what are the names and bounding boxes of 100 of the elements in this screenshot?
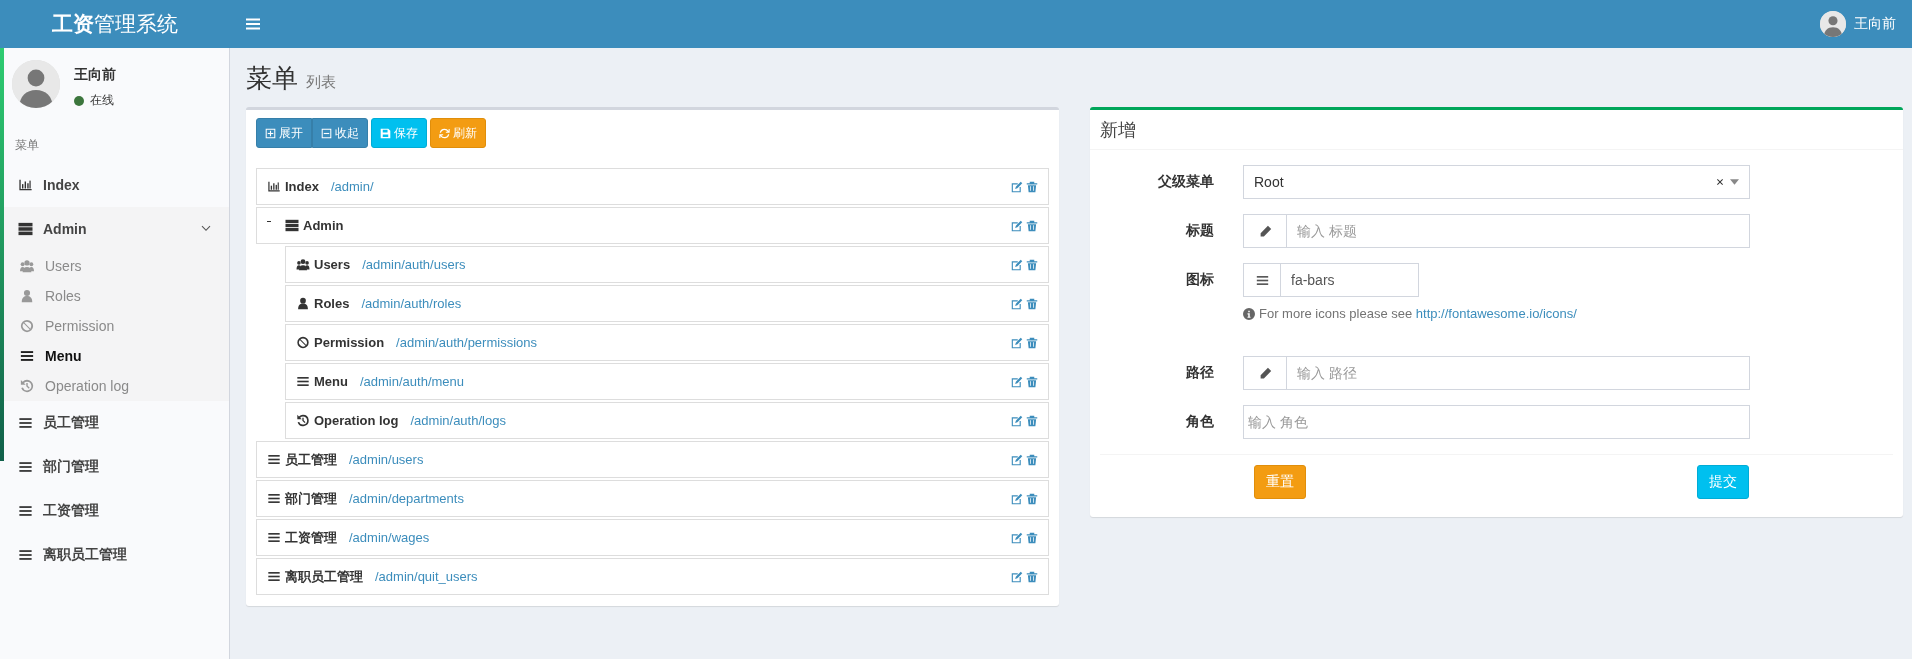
panel-title: 新增 (1100, 118, 1136, 142)
tree-row[interactable]: Menu /admin/auth/menu (285, 363, 1049, 400)
user-name[interactable]: 王向前 (1854, 15, 1896, 33)
edit-icon[interactable] (1011, 297, 1023, 310)
sidebar-subitem[interactable]: Roles (0, 281, 229, 311)
item-title: Menu (314, 374, 348, 389)
sidebar-item[interactable]: 离职员工管理 (0, 533, 229, 577)
edit-icon[interactable] (1011, 531, 1023, 544)
edit-icon[interactable] (1011, 375, 1023, 388)
bar-chart-icon (18, 178, 33, 192)
form-button[interactable]: 重置 (1254, 465, 1306, 499)
trash-icon[interactable] (1026, 297, 1038, 310)
field-label: 图标 (1185, 270, 1214, 289)
trash-icon[interactable] (1026, 180, 1038, 193)
field-label: 父级菜单 (1157, 172, 1214, 191)
page-subtitle: 列表 (306, 73, 336, 92)
trash-icon[interactable] (1026, 531, 1038, 544)
edit-icon[interactable] (1011, 492, 1023, 505)
item-path-link[interactable]: /admin/quit_users (375, 569, 478, 584)
item-path-link[interactable]: /admin/wages (349, 530, 430, 545)
page-title: 菜单 (246, 62, 298, 95)
trash-icon[interactable] (1026, 258, 1038, 271)
tree-row[interactable]: Admin (256, 207, 1049, 244)
item-path-link[interactable]: /admin/auth/permissions (396, 335, 537, 350)
tree-row[interactable]: 部门管理 /admin/departments (256, 480, 1049, 517)
icon-input-field[interactable]: fa-bars (1243, 263, 1419, 297)
icons-link[interactable]: http://fontawesome.io/icons/ (1415, 306, 1577, 321)
tree-row[interactable]: 离职员工管理 /admin/quit_users (256, 558, 1049, 595)
form-button[interactable]: 提交 (1697, 465, 1749, 499)
item-path-link[interactable]: /admin/departments (349, 491, 464, 506)
field-label: 路径 (1185, 363, 1214, 382)
refresh-icon (439, 127, 450, 139)
item-title: Index (285, 179, 319, 194)
app-title[interactable]: 工资管理系统 (0, 10, 230, 38)
toolbar-button[interactable]: 刷新 (430, 118, 486, 148)
tree-row[interactable]: Index /admin/ (256, 168, 1049, 205)
toolbar-button[interactable]: 保存 (371, 118, 427, 148)
pencil-icon (1258, 224, 1272, 238)
bars-icon (296, 375, 310, 388)
tree-row[interactable]: 员工管理 /admin/users (256, 441, 1049, 478)
item-title: Operation log (314, 413, 399, 428)
sidebar-item[interactable]: Admin (0, 207, 229, 251)
bars-icon (18, 460, 33, 474)
item-path-link[interactable]: /admin/auth/logs (410, 413, 506, 428)
trash-icon[interactable] (1026, 219, 1038, 232)
trash-icon[interactable] (1026, 375, 1038, 388)
sidebar-subitem[interactable]: Users (0, 251, 229, 281)
user-icon (20, 289, 34, 303)
item-path-link[interactable]: /admin/auth/users (362, 257, 466, 272)
item-title: Roles (314, 296, 350, 311)
select-field[interactable]: Root (1243, 165, 1750, 199)
tree-row[interactable]: Roles /admin/auth/roles (285, 285, 1049, 322)
bars-icon (18, 504, 33, 518)
tree-row[interactable]: Permission /admin/auth/permissions (285, 324, 1049, 361)
item-path-link[interactable]: /admin/auth/roles (361, 296, 462, 311)
sidebar-item[interactable]: 部门管理 (0, 445, 229, 489)
bars-icon (267, 453, 281, 466)
bars-icon[interactable] (245, 16, 261, 32)
sidebar-subitem[interactable]: Permission (0, 311, 229, 341)
item-path-link[interactable]: /admin/users (349, 452, 424, 467)
trash-icon[interactable] (1026, 492, 1038, 505)
item-title: 部门管理 (285, 489, 337, 508)
item-path-link[interactable]: /admin/ (330, 179, 374, 194)
bars-icon (1255, 273, 1269, 287)
bars-icon (267, 570, 281, 583)
sidebar-subitem[interactable]: Menu (0, 341, 229, 371)
tree-row[interactable]: Operation log /admin/auth/logs (285, 402, 1049, 439)
item-title: Users (314, 257, 351, 272)
toolbar-button[interactable]: 展开 (256, 118, 312, 148)
edit-icon[interactable] (1011, 258, 1023, 271)
bars-icon (267, 531, 281, 544)
avatar (12, 60, 60, 108)
trash-icon[interactable] (1026, 336, 1038, 349)
input-field[interactable]: 输入 角色 (1243, 405, 1750, 439)
sidebar-item[interactable]: 工资管理 (0, 489, 229, 533)
trash-icon[interactable] (1026, 453, 1038, 466)
clear-icon[interactable] (1716, 178, 1724, 186)
tree-row[interactable]: Users /admin/auth/users (285, 246, 1049, 283)
user-name: 王向前 (74, 66, 116, 84)
edit-icon[interactable] (1011, 414, 1023, 427)
user-icon (296, 297, 310, 310)
item-path-link[interactable]: /admin/auth/menu (359, 374, 465, 389)
users-icon (20, 259, 34, 273)
stacked-bars-icon (18, 222, 33, 236)
sidebar-item[interactable]: Index (0, 163, 229, 207)
edit-icon[interactable] (1011, 180, 1023, 193)
edit-icon[interactable] (1011, 219, 1023, 232)
history-icon (296, 414, 310, 427)
help-text: For more icons please see http://fontawesome.io/icons/ (1259, 306, 1577, 321)
edit-icon[interactable] (1011, 336, 1023, 349)
trash-icon[interactable] (1026, 414, 1038, 427)
trash-icon[interactable] (1026, 570, 1038, 583)
sidebar-item[interactable]: 员工管理 (0, 401, 229, 445)
pencil-icon (1258, 366, 1272, 380)
edit-icon[interactable] (1011, 570, 1023, 583)
edit-icon[interactable] (1011, 453, 1023, 466)
tree-row[interactable]: 工资管理 /admin/wages (256, 519, 1049, 556)
toolbar-button[interactable]: 收起 (312, 118, 368, 148)
bars-icon (20, 349, 34, 363)
sidebar-subitem[interactable]: Operation log (0, 371, 229, 401)
